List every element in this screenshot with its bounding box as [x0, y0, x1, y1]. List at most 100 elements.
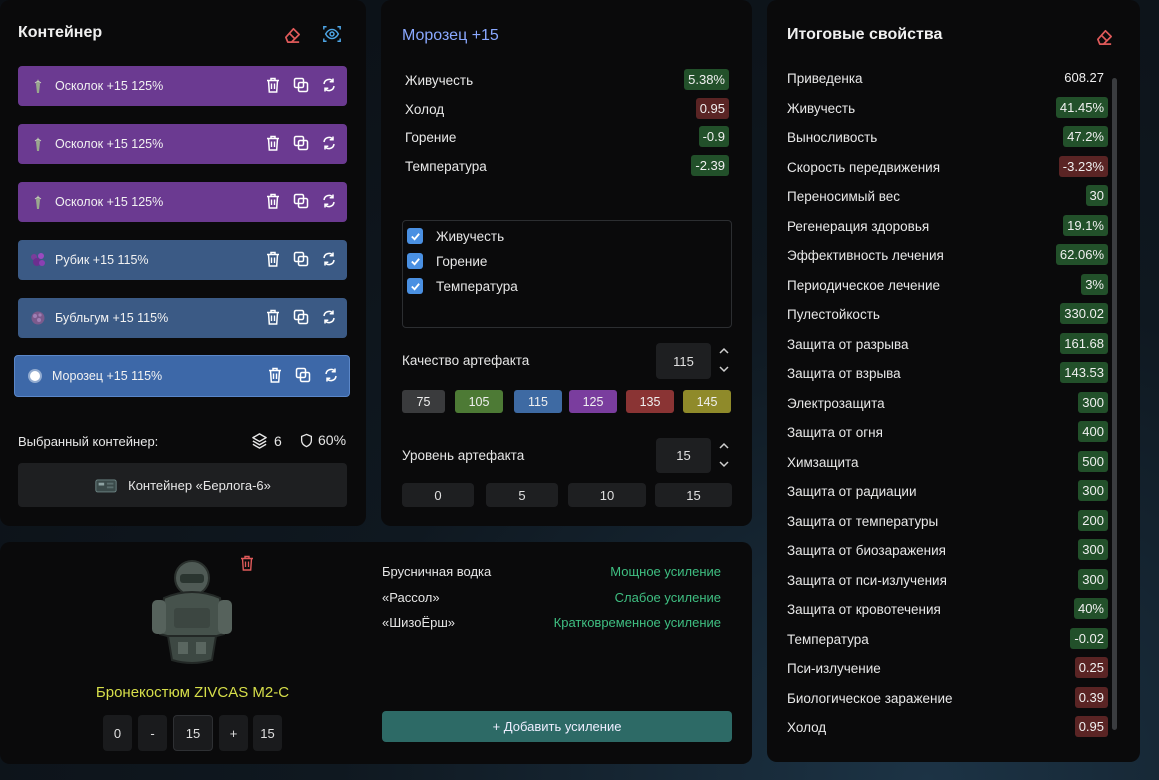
totals-scrollbar[interactable] [1112, 78, 1117, 730]
copy-icon[interactable] [295, 367, 311, 386]
eraser-icon[interactable] [281, 23, 303, 45]
slots-indicator: 6 [251, 432, 282, 449]
artifact-prop-name: Температура [405, 159, 487, 175]
trash-icon[interactable] [240, 555, 254, 571]
armor-name: Бронекостюм ZIVCAS M2-C [95, 684, 290, 701]
trash-icon[interactable] [265, 135, 281, 154]
quality-option-button[interactable]: 145 [683, 390, 731, 413]
add-boost-button[interactable]: + Добавить усиление [382, 711, 732, 742]
shard-icon [30, 194, 46, 210]
container-case-icon [95, 479, 117, 492]
container-artifact-row[interactable]: Рубик +15 115% [18, 240, 347, 280]
armor-level-increment-button[interactable]: + [219, 715, 248, 751]
eraser-icon[interactable] [1093, 25, 1115, 47]
total-prop-value: 3% [1081, 273, 1108, 295]
level-up-icon[interactable] [718, 439, 730, 451]
quality-option-button[interactable]: 105 [455, 390, 503, 413]
quality-label: Качество артефакта [402, 353, 530, 368]
checkbox-label: Температура [436, 278, 518, 294]
checkbox-checked-icon[interactable] [407, 278, 423, 294]
filter-checkbox-row[interactable]: Температура [407, 278, 518, 294]
total-prop-name: Периодическое лечение [787, 277, 940, 293]
row-actions [265, 66, 337, 106]
quality-option-button[interactable]: 75 [402, 390, 445, 413]
artifact-label: Осколок +15 125% [55, 195, 164, 209]
swap-icon[interactable] [321, 135, 337, 154]
total-prop-value: 62.06% [1055, 244, 1108, 265]
swap-icon[interactable] [321, 77, 337, 96]
eye-scan-icon[interactable] [321, 23, 343, 45]
armor-level-input[interactable]: 15 [173, 715, 213, 751]
copy-icon[interactable] [293, 251, 309, 270]
quality-input[interactable]: 115 [656, 343, 711, 379]
trash-icon[interactable] [267, 367, 283, 386]
level-down-icon[interactable] [718, 457, 730, 469]
level-option-button[interactable]: 10 [568, 483, 646, 507]
total-prop-name: Биологическое заражение [787, 690, 953, 706]
total-prop-value: 0.25 [1074, 657, 1108, 678]
trash-icon[interactable] [265, 251, 281, 270]
level-input[interactable]: 15 [656, 438, 711, 473]
copy-icon[interactable] [293, 77, 309, 96]
total-prop-name: Пси-излучение [787, 661, 881, 676]
trash-icon[interactable] [265, 309, 281, 328]
row-actions [265, 298, 337, 338]
total-prop-name: Живучесть [787, 100, 856, 116]
totals-title: Итоговые свойства [787, 26, 943, 43]
swap-icon[interactable] [323, 367, 339, 386]
container-artifact-row[interactable]: Осколок +15 125% [18, 66, 347, 106]
copy-icon[interactable] [293, 193, 309, 212]
total-prop-value: 161.68 [1060, 332, 1108, 354]
artifact-label: Морозец +15 115% [52, 369, 163, 383]
copy-icon[interactable] [293, 135, 309, 154]
quality-option-button[interactable]: 115 [514, 390, 562, 413]
quality-down-icon[interactable] [718, 362, 730, 374]
total-prop-name: Химзащита [787, 454, 859, 470]
total-prop-name: Защита от взрыва [787, 366, 901, 381]
row-actions [265, 182, 337, 222]
armor-level-min[interactable]: 0 [103, 715, 132, 751]
quality-up-icon[interactable] [718, 344, 730, 356]
quality-option-button[interactable]: 125 [569, 390, 617, 413]
total-prop-value: 330.02 [1060, 303, 1108, 324]
total-prop-value: 608.27 [1064, 70, 1104, 85]
checkbox-label: Живучесть [436, 228, 505, 244]
total-prop-value: 143.53 [1060, 362, 1108, 383]
total-prop-value: 40% [1073, 598, 1108, 619]
checkbox-checked-icon[interactable] [407, 253, 423, 269]
container-artifact-row[interactable]: Бубльгум +15 115% [18, 298, 347, 338]
total-prop-name: Электрозащита [787, 395, 885, 411]
total-prop-value: 200 [1078, 509, 1108, 531]
swap-icon[interactable] [321, 251, 337, 270]
container-artifact-row[interactable]: Морозец +15 115% [14, 355, 350, 397]
copy-icon[interactable] [293, 309, 309, 328]
trash-icon[interactable] [265, 77, 281, 96]
swap-icon[interactable] [321, 193, 337, 212]
checkbox-checked-icon[interactable] [407, 228, 423, 244]
container-artifact-row[interactable]: Осколок +15 125% [18, 124, 347, 164]
armor-level-max[interactable]: 15 [253, 715, 282, 751]
level-option-button[interactable]: 5 [486, 483, 558, 507]
total-prop-name: Пулестойкость [787, 307, 880, 322]
quality-option-button[interactable]: 135 [626, 390, 674, 413]
container-name: Контейнер «Берлога-6» [128, 477, 271, 493]
level-option-button[interactable]: 15 [655, 483, 732, 507]
container-selector[interactable]: Контейнер «Берлога-6» [18, 463, 347, 507]
level-label: Уровень артефакта [402, 448, 525, 463]
total-prop-name: Переносимый вес [787, 189, 901, 204]
artifact-prop-value: 5.38% [684, 69, 729, 90]
total-prop-name: Защита от биозаражения [787, 543, 946, 558]
boost-name: Брусничная водка [382, 564, 492, 579]
filter-checkbox-row[interactable]: Живучесть [407, 228, 504, 244]
total-prop-name: Скорость передвижения [787, 159, 941, 175]
trash-icon[interactable] [265, 193, 281, 212]
row-actions [265, 240, 337, 280]
level-option-button[interactable]: 0 [402, 483, 474, 507]
armor-level-decrement-button[interactable]: - [138, 715, 167, 751]
total-prop-value: 41.45% [1055, 96, 1108, 118]
container-artifact-row[interactable]: Осколок +15 125% [18, 182, 347, 222]
shard-icon [30, 78, 46, 94]
total-prop-value: 30 [1085, 185, 1108, 206]
swap-icon[interactable] [321, 309, 337, 328]
filter-checkbox-row[interactable]: Горение [407, 253, 487, 269]
